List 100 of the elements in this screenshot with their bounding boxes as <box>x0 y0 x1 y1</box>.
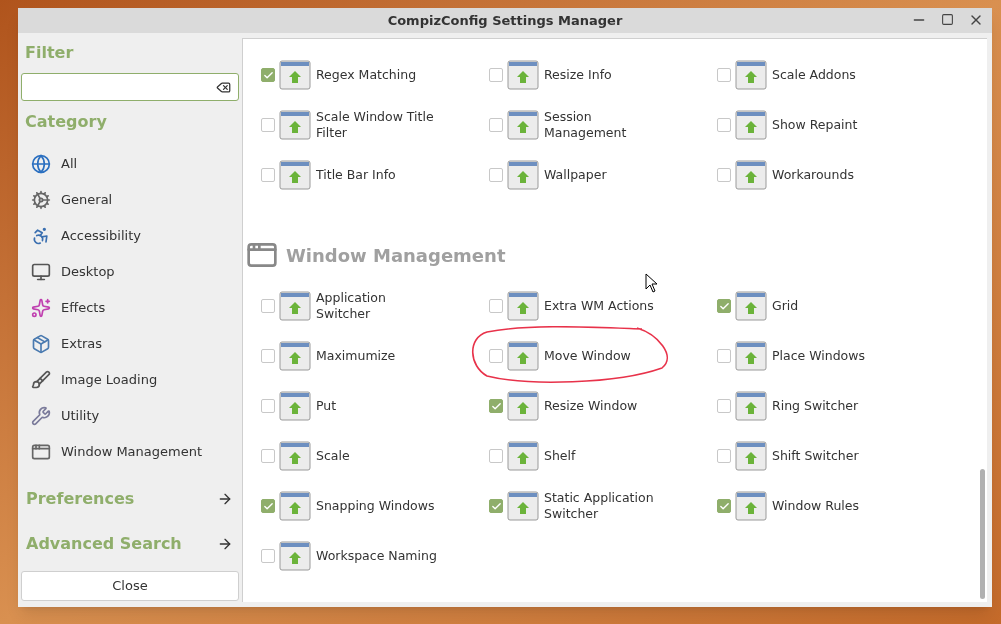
accessibility-icon <box>31 226 51 246</box>
checkbox[interactable] <box>261 349 275 363</box>
plugin-label[interactable]: Scale <box>316 440 438 472</box>
plugin-label[interactable]: Static Application Switcher <box>544 490 666 522</box>
category-item[interactable]: Window Management <box>61 442 203 462</box>
window-icon <box>507 340 539 372</box>
window-icon <box>507 390 539 422</box>
plugin-label[interactable]: Place Windows <box>772 340 894 372</box>
window-icon <box>507 290 539 322</box>
window-icon <box>279 340 311 372</box>
plugin-label[interactable]: Put <box>316 390 438 422</box>
category-heading: Category <box>25 111 108 133</box>
close-button[interactable]: Close <box>21 571 239 601</box>
category-item[interactable]: Utility <box>61 406 100 426</box>
checkbox[interactable] <box>489 449 503 463</box>
checkbox[interactable] <box>489 168 503 182</box>
clear-icon[interactable] <box>216 79 231 95</box>
window-icon <box>735 109 767 141</box>
sparkles-icon <box>31 298 51 318</box>
plugin-label[interactable]: Workarounds <box>772 159 894 191</box>
window-icon <box>507 109 539 141</box>
category-item[interactable]: All <box>61 154 78 174</box>
window-icon <box>279 390 311 422</box>
checkbox[interactable] <box>717 168 731 182</box>
window-icon <box>31 442 51 462</box>
window-icon <box>735 340 767 372</box>
section-title: Window Management <box>286 243 506 268</box>
category-item[interactable]: Image Loading <box>61 370 158 390</box>
window-title: CompizConfig Settings Manager <box>387 11 623 30</box>
window-icon <box>279 59 311 91</box>
plugin-label[interactable]: Snapping Windows <box>316 490 438 522</box>
plugin-label[interactable]: Show Repaint <box>772 109 894 141</box>
checkbox[interactable] <box>261 168 275 182</box>
window-icon <box>507 159 539 191</box>
checkbox[interactable] <box>489 118 503 132</box>
plugin-label[interactable]: Resize Info <box>544 59 666 91</box>
checkbox[interactable] <box>261 499 275 513</box>
checkbox[interactable] <box>717 449 731 463</box>
search-field[interactable] <box>21 73 239 101</box>
category-item[interactable]: General <box>61 190 113 210</box>
checkbox[interactable] <box>717 299 731 313</box>
mouse-pointer-icon <box>645 273 659 293</box>
window-icon <box>507 440 539 472</box>
plugin-label[interactable]: Maximumize <box>316 340 438 372</box>
plugin-label[interactable]: Ring Switcher <box>772 390 894 422</box>
checkbox[interactable] <box>489 68 503 82</box>
plugin-label[interactable]: Workspace Naming <box>316 540 438 572</box>
plugin-label[interactable]: Scale Addons <box>772 59 894 91</box>
checkbox[interactable] <box>489 399 503 413</box>
package-icon <box>31 334 51 354</box>
plugin-label[interactable]: Regex Matching <box>316 59 438 91</box>
window-icon <box>279 440 311 472</box>
plugin-label[interactable]: Window Rules <box>772 490 894 522</box>
gear-icon <box>31 190 51 210</box>
checkbox[interactable] <box>489 499 503 513</box>
window-icon <box>507 59 539 91</box>
checkbox[interactable] <box>717 118 731 132</box>
checkbox[interactable] <box>717 499 731 513</box>
scrollbar[interactable] <box>980 469 985 599</box>
window-icon <box>279 109 311 141</box>
window-icon <box>507 490 539 522</box>
checkbox[interactable] <box>261 118 275 132</box>
checkbox[interactable] <box>489 299 503 313</box>
window-icon <box>279 290 311 322</box>
brush-icon <box>31 370 51 390</box>
plugin-label[interactable]: Extra WM Actions <box>544 290 666 322</box>
plugin-label[interactable]: Move Window <box>544 340 666 372</box>
checkbox[interactable] <box>261 449 275 463</box>
globe-icon <box>31 154 51 174</box>
checkbox[interactable] <box>261 549 275 563</box>
plugin-label[interactable]: Session Management <box>544 109 666 141</box>
checkbox[interactable] <box>261 299 275 313</box>
wrench-icon <box>31 406 51 426</box>
checkbox[interactable] <box>261 68 275 82</box>
window-icon <box>735 440 767 472</box>
plugin-label[interactable]: Title Bar Info <box>316 159 438 191</box>
category-item[interactable]: Desktop <box>61 262 115 282</box>
window-icon <box>735 290 767 322</box>
checkbox[interactable] <box>717 68 731 82</box>
checkbox[interactable] <box>717 399 731 413</box>
window-icon <box>735 159 767 191</box>
category-item[interactable]: Accessibility <box>61 226 141 246</box>
maximize-icon[interactable] <box>941 13 954 26</box>
plugin-label[interactable]: Grid <box>772 290 894 322</box>
window-icon <box>735 59 767 91</box>
plugin-label[interactable]: Shift Switcher <box>772 440 894 472</box>
plugin-label[interactable]: Scale Window Title Filter <box>316 109 438 141</box>
plugin-label[interactable]: Application Switcher <box>316 290 438 322</box>
window-icon <box>735 390 767 422</box>
window-icon <box>279 540 311 572</box>
plugin-label[interactable]: Shelf <box>544 440 666 472</box>
checkbox[interactable] <box>717 349 731 363</box>
arrow-icon[interactable] <box>217 536 233 552</box>
window-icon <box>735 490 767 522</box>
plugin-label[interactable]: Wallpaper <box>544 159 666 191</box>
plugin-label[interactable]: Resize Window <box>544 390 666 422</box>
category-item[interactable]: Effects <box>61 298 106 318</box>
checkbox[interactable] <box>489 349 503 363</box>
checkbox[interactable] <box>261 399 275 413</box>
category-item[interactable]: Extras <box>61 334 103 354</box>
